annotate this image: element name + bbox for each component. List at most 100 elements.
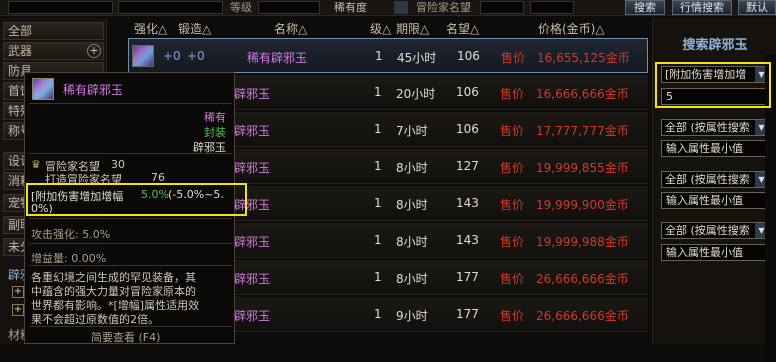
price-cell: 19,999,900金币 bbox=[536, 198, 629, 212]
keyword-field[interactable] bbox=[8, 1, 113, 14]
name-cell: 辟邪玉 bbox=[234, 161, 271, 175]
tooltip-sealed: 封装 bbox=[204, 126, 226, 139]
name-cell: 辟邪玉 bbox=[234, 124, 271, 138]
name-cell: 稀有辟邪玉 bbox=[247, 51, 308, 65]
filter-value: 全部 (按属性搜索 bbox=[665, 224, 750, 237]
fame-cell: 127 bbox=[456, 159, 479, 173]
forge-cell: +0 bbox=[187, 49, 205, 63]
filter-value-input-3[interactable]: 输入属性最小值 bbox=[661, 192, 769, 209]
header-name[interactable]: 名称△ bbox=[274, 20, 307, 37]
period-cell: 8小时 bbox=[396, 235, 428, 249]
filter-value: 全部 (按属性搜索 bbox=[665, 121, 750, 134]
period-cell: 9小时 bbox=[396, 309, 428, 323]
sell-label: 售价 bbox=[500, 235, 525, 249]
category-all[interactable]: 全部 bbox=[3, 22, 104, 40]
category-weapon[interactable]: 武器 + bbox=[3, 42, 104, 60]
sell-label: 售价 bbox=[500, 161, 525, 175]
filter-value-input-2[interactable]: 输入属性最小值 bbox=[661, 140, 769, 157]
tooltip-footer: 简要查看 (F4) bbox=[91, 331, 161, 344]
divider bbox=[29, 243, 232, 244]
default-button[interactable]: 默认 bbox=[738, 0, 776, 15]
period-cell: 7小时 bbox=[396, 124, 428, 138]
table-row[interactable]: +0 +0 稀有辟邪玉 1 45小时 106 售价 16,655,125金币 bbox=[128, 38, 648, 73]
tooltip-rarity: 稀有 bbox=[204, 111, 226, 124]
sell-label: 售价 bbox=[500, 124, 525, 138]
keyword-field-2[interactable] bbox=[118, 1, 223, 14]
level-cell: 1 bbox=[374, 85, 382, 99]
price-cell: 16,666,666金币 bbox=[536, 87, 629, 101]
price-cell: 26,666,666金币 bbox=[536, 309, 629, 323]
highlight-box bbox=[26, 183, 247, 216]
price-cell: 19,999,988金币 bbox=[536, 235, 629, 249]
divider bbox=[29, 265, 232, 266]
name-cell: 辟邪玉 bbox=[234, 309, 271, 323]
highlight-box bbox=[655, 62, 771, 108]
period-cell: 8小时 bbox=[396, 161, 428, 175]
level-cell: 1 bbox=[375, 49, 383, 63]
header-period[interactable]: 期限△ bbox=[396, 20, 429, 37]
filter-value-input-4[interactable]: 输入属性最小值 bbox=[661, 244, 769, 261]
fame-cell: 143 bbox=[456, 196, 479, 210]
level-cell: 1 bbox=[374, 159, 382, 173]
search-button[interactable]: 搜索 bbox=[625, 0, 665, 15]
filter-select-3[interactable]: 全部 (按属性搜索 ▼ bbox=[661, 171, 769, 188]
fame-max-field[interactable] bbox=[530, 1, 574, 14]
level-cell: 1 bbox=[374, 196, 382, 210]
period-cell: 45小时 bbox=[397, 51, 437, 65]
fame-cell: 106 bbox=[457, 49, 480, 63]
filter-select-4[interactable]: 全部 (按属性搜索 ▼ bbox=[661, 222, 769, 239]
name-cell: 辟邪玉 bbox=[234, 235, 271, 249]
upgrade-cell: +0 bbox=[163, 49, 181, 63]
name-cell: 辟邪玉 bbox=[234, 272, 271, 286]
gain-label: 增益量: 0.00% bbox=[31, 252, 107, 265]
period-cell: 20小时 bbox=[396, 87, 436, 101]
fame-cell: 177 bbox=[456, 307, 479, 321]
price-cell: 19,999,855金币 bbox=[536, 161, 629, 175]
category-label: 武器 bbox=[8, 44, 33, 58]
sell-label: 售价 bbox=[500, 272, 525, 286]
top-filter-bar: 等级 稀有度 冒险家名望 搜索 行情搜索 默认 bbox=[0, 0, 776, 16]
sell-label: 售价 bbox=[500, 198, 525, 212]
header-upgrade[interactable]: 强化△ bbox=[134, 20, 167, 37]
rarity-dropdown-arrow[interactable] bbox=[394, 1, 408, 14]
expand-icon[interactable]: + bbox=[12, 304, 24, 316]
price-cell: 16,655,125金币 bbox=[537, 51, 630, 65]
fame-cell: 143 bbox=[456, 233, 479, 247]
filter-value: 全部 (按属性搜索 bbox=[665, 173, 750, 186]
sell-label: 售价 bbox=[501, 51, 526, 65]
desc-line: 果不会超过原数值的2倍。 bbox=[31, 313, 159, 326]
divider bbox=[29, 218, 232, 219]
detailed-search-button[interactable]: 行情搜索 bbox=[672, 0, 732, 15]
table-header: 强化△ 锻造△ 名称△ 级△ 期限△ 名望△ 价格(金币)△ bbox=[128, 18, 648, 36]
price-cell: 26,666,666金币 bbox=[536, 272, 629, 286]
price-cell: 17,777,777金币 bbox=[536, 124, 629, 138]
period-cell: 8小时 bbox=[396, 198, 428, 212]
fame-value: 30 bbox=[111, 158, 125, 171]
zoom-in-icon[interactable]: + bbox=[87, 44, 101, 58]
grade-label: 等级 bbox=[230, 1, 252, 14]
fame-icon: ♛ bbox=[31, 158, 41, 171]
fame-cell: 106 bbox=[456, 85, 479, 99]
header-price[interactable]: 价格(金币)△ bbox=[538, 20, 605, 37]
item-icon bbox=[32, 78, 54, 100]
header-fame[interactable]: 名望△ bbox=[446, 20, 479, 37]
header-level[interactable]: 级△ bbox=[370, 20, 391, 37]
sell-label: 售价 bbox=[500, 309, 525, 323]
rarity-select[interactable]: 稀有度 bbox=[334, 1, 367, 14]
sell-label: 售价 bbox=[500, 87, 525, 101]
attack-label: 攻击强化: 5.0% bbox=[31, 228, 111, 241]
level-cell: 1 bbox=[374, 270, 382, 284]
fame-cell: 177 bbox=[456, 270, 479, 284]
panel-title: 搜索辟邪玉 bbox=[682, 38, 748, 53]
fame-cell: 106 bbox=[456, 122, 479, 136]
tooltip-title: 稀有辟邪玉 bbox=[63, 83, 124, 97]
fame-label: 冒险家名望 bbox=[416, 1, 471, 14]
grade-field[interactable] bbox=[258, 1, 320, 14]
expand-icon[interactable]: + bbox=[12, 286, 24, 298]
fame-min-field[interactable] bbox=[480, 1, 524, 14]
header-forge[interactable]: 锻造△ bbox=[178, 20, 211, 37]
period-cell: 8小时 bbox=[396, 272, 428, 286]
filter-select-2[interactable]: 全部 (按属性搜索 ▼ bbox=[661, 119, 769, 136]
item-icon bbox=[132, 45, 154, 67]
category-label: 全部 bbox=[8, 24, 33, 38]
